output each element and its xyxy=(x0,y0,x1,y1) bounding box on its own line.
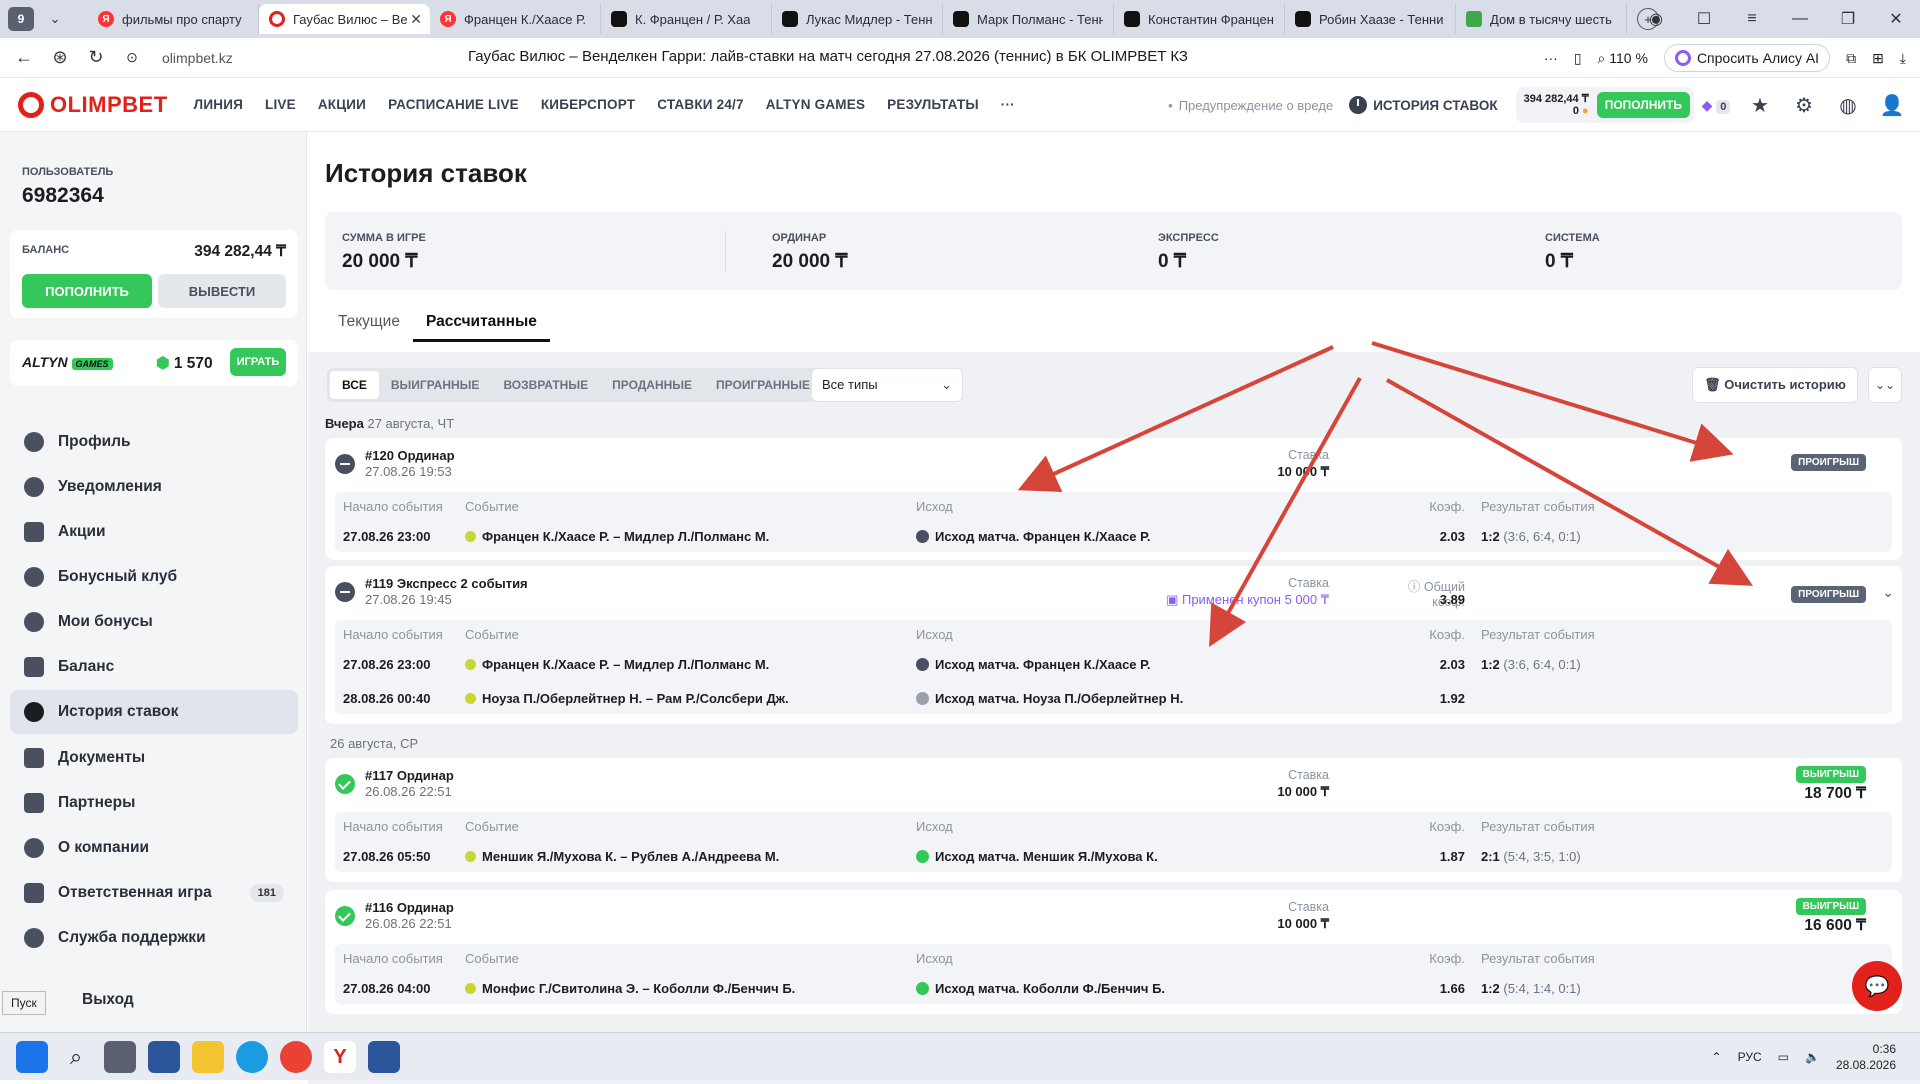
chrome-icon[interactable] xyxy=(280,1041,312,1073)
annotation-arrow xyxy=(1017,345,1334,492)
language-indicator[interactable]: РУС xyxy=(1738,1050,1762,1064)
chevron-up-icon[interactable]: ⌃ xyxy=(1712,1050,1722,1064)
annotation-arrow xyxy=(1386,378,1753,586)
store-icon[interactable] xyxy=(148,1041,180,1073)
edge-icon[interactable] xyxy=(236,1041,268,1073)
search-icon[interactable]: ⌕ xyxy=(60,1041,92,1073)
annotation-arrow xyxy=(1209,377,1362,647)
network-icon[interactable]: ▭ xyxy=(1778,1050,1789,1064)
task-view-icon[interactable] xyxy=(104,1041,136,1073)
support-chat-button[interactable]: 💬 xyxy=(1852,961,1902,1011)
system-clock[interactable]: 0:36 28.08.2026 xyxy=(1836,1041,1896,1073)
folder-icon[interactable] xyxy=(192,1041,224,1073)
start-icon[interactable] xyxy=(16,1041,48,1073)
word-icon[interactable] xyxy=(368,1041,400,1073)
volume-icon[interactable]: 🔈 xyxy=(1805,1050,1820,1064)
annotation-arrows xyxy=(1017,341,1753,647)
yandex-browser-icon[interactable]: Y xyxy=(324,1041,356,1073)
os-taskbar: ⌕ Y ⌃ РУС ▭ 🔈 0:36 28.08.2026 xyxy=(0,1032,1920,1080)
annotation-arrow xyxy=(1371,341,1734,462)
